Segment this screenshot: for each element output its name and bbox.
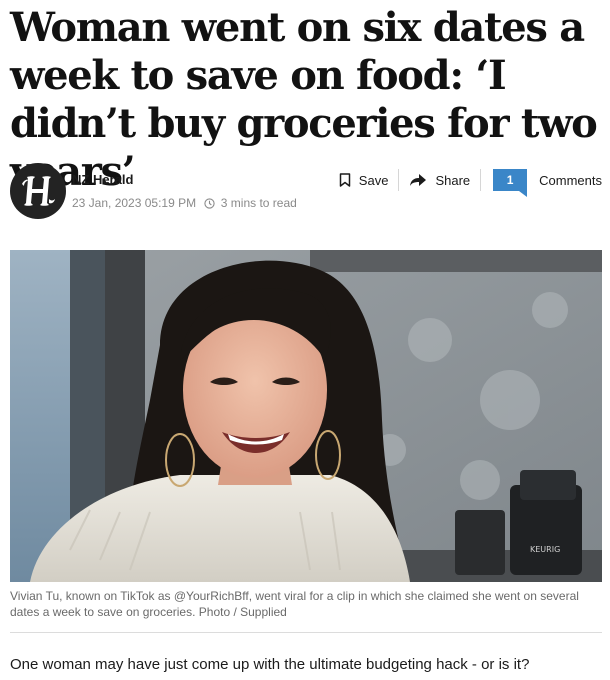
comments-label: Comments [539, 172, 602, 188]
article-lede: One woman may have just come up with the… [10, 656, 530, 673]
save-button[interactable]: Save [339, 172, 389, 188]
article-photo[interactable]: KEURIG [10, 250, 602, 582]
article-actions: Save Share 1 Comments [339, 167, 602, 197]
photo-caption: Vivian Tu, known on TikTok as @YourRichB… [10, 589, 579, 619]
bookmark-icon [339, 173, 351, 187]
comments-button[interactable]: 1 Comments [491, 169, 602, 197]
action-divider [398, 169, 400, 191]
read-time: 3 mins to read [220, 196, 297, 210]
share-button[interactable]: Share [409, 173, 470, 188]
keurig-brand-text: KEURIG [530, 545, 560, 554]
share-arrow-icon [410, 174, 427, 186]
action-divider [480, 169, 482, 191]
source-name[interactable]: NZ Herald [72, 172, 133, 187]
article-meta: 23 Jan, 2023 05:19 PM 3 mins to read [72, 196, 297, 212]
nz-herald-logo-icon[interactable] [10, 163, 66, 219]
byline: NZ Herald 23 Jan, 2023 05:19 PM 3 mins t… [10, 163, 602, 223]
clock-icon [204, 198, 216, 212]
share-label: Share [435, 172, 471, 188]
save-label: Save [358, 172, 389, 188]
publish-date: 23 Jan, 2023 05:19 PM [72, 196, 197, 210]
comment-count-badge: 1 [493, 169, 528, 197]
divider [10, 632, 602, 633]
article-page: Woman went on six dates a week to save o… [0, 0, 610, 680]
